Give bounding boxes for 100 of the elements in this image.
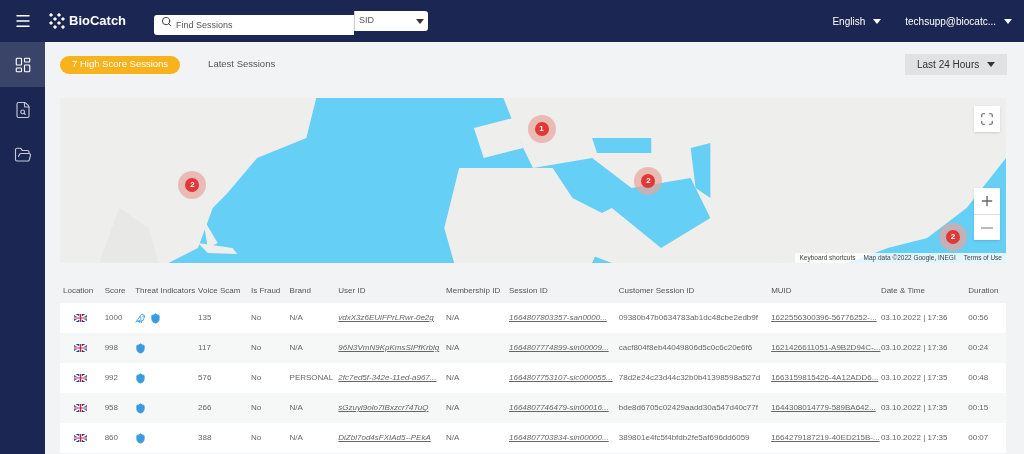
table-cell: 00:48 xyxy=(968,373,989,382)
table-cell: N/A xyxy=(446,313,460,322)
search-icon xyxy=(161,16,173,27)
folder-icon xyxy=(13,145,32,164)
caret-icon xyxy=(987,62,995,67)
column-header: Voice Scam xyxy=(198,285,241,295)
column-header: Location xyxy=(63,285,94,295)
muid-link[interactable]: 1622556300396-56776252-... xyxy=(771,313,877,322)
table-cell: No xyxy=(250,403,262,412)
table-cell: N/A xyxy=(289,313,303,322)
column-header: Is Fraud xyxy=(250,285,281,295)
shield-icon xyxy=(150,312,162,324)
user-id-link[interactable]: 2fc7ed5f-342e-11ed-a967... xyxy=(338,373,437,382)
table-cell: 998 xyxy=(104,343,118,352)
table-cell: 78d2e24c23d44c32b0b41398598a527d xyxy=(618,373,761,382)
fullscreen-button[interactable] xyxy=(974,106,1000,132)
column-header: Threat Indicators xyxy=(135,285,196,295)
table-cell: No xyxy=(250,433,262,442)
session-id-link[interactable]: 1664807774899-sin00009... xyxy=(509,343,609,352)
shield-icon xyxy=(135,432,147,444)
user-id-link[interactable]: vdxX3z6EUiFPrLRwr-0e2g xyxy=(338,313,434,322)
column-header: Duration xyxy=(968,285,999,295)
column-header: Score xyxy=(104,285,126,295)
user-menu[interactable]: techsupp@biocatc... xyxy=(905,13,1012,29)
session-id-link[interactable]: 1664807746479-sin00016... xyxy=(509,403,609,412)
caret-icon xyxy=(1004,18,1012,24)
table-cell: N/A xyxy=(289,343,303,352)
table-cell: N/A xyxy=(446,433,460,442)
column-header: Session ID xyxy=(509,285,548,295)
caret-icon xyxy=(873,18,882,24)
muid-link[interactable]: 1621426611051-A9B2D94C-... xyxy=(771,343,881,352)
tab[interactable]: Latest Sessions xyxy=(196,55,288,74)
table-cell: 03.10.2022 | 17:36 xyxy=(880,313,948,322)
document-search-icon xyxy=(13,100,32,119)
flag-icon xyxy=(74,344,88,352)
flag-icon xyxy=(74,314,88,322)
table-cell: No xyxy=(250,373,262,382)
session-id-link[interactable]: 1664807703834-sin00000... xyxy=(509,433,609,442)
muid-link[interactable]: 1663159815426-4A12ADD6... xyxy=(771,373,879,382)
table-cell: 992 xyxy=(104,373,118,382)
table-cell: 03.10.2022 | 17:35 xyxy=(880,373,948,382)
flag-icon xyxy=(74,404,88,412)
table-cell: 00:07 xyxy=(968,433,989,442)
time-range-dropdown[interactable]: Last 24 Hours xyxy=(905,54,1007,75)
user-id-link[interactable]: 96N3VmN9KpKmsSIPfKrblg xyxy=(338,343,440,352)
table-cell: N/A xyxy=(446,373,460,382)
flag-icon xyxy=(74,374,88,382)
table-cell: 117 xyxy=(198,343,211,352)
minus-icon xyxy=(981,226,993,229)
table-cell: N/A xyxy=(289,433,303,442)
caret-icon xyxy=(416,18,425,24)
column-header: Brand xyxy=(289,285,311,295)
table-cell: bde8d6705c02429aadd30a547d40c77f xyxy=(618,403,758,412)
column-header: Membership ID xyxy=(446,285,501,295)
language-dropdown[interactable]: English xyxy=(832,13,882,29)
column-header: Date & Time xyxy=(880,285,925,295)
table-cell: N/A xyxy=(289,403,303,412)
table-cell: 860 xyxy=(104,433,118,442)
plus-icon xyxy=(979,193,995,209)
column-header: User ID xyxy=(338,285,366,295)
muid-link[interactable]: 1644308014779-589BA642... xyxy=(771,403,876,412)
table-cell: PERSONAL xyxy=(289,373,334,382)
table-cell: 388 xyxy=(198,433,212,442)
fullscreen-icon xyxy=(980,112,994,126)
table-cell: 135 xyxy=(198,313,212,322)
table-cell: N/A xyxy=(446,343,460,352)
bird-icon xyxy=(135,312,147,324)
table-cell: N/A xyxy=(446,403,460,412)
table-cell: 03.10.2022 | 17:36 xyxy=(880,343,948,352)
muid-link[interactable]: 1664279187219-40ED215B-... xyxy=(771,433,880,442)
shield-icon xyxy=(135,402,147,414)
table-cell: 389801e4fc5f4bfdb2fe5af696dd6059 xyxy=(618,433,750,442)
menu-icon[interactable] xyxy=(13,12,32,30)
shield-icon xyxy=(135,372,147,384)
session-id-link[interactable]: 1664807803357-san0000... xyxy=(509,313,607,322)
table-cell: 958 xyxy=(104,403,118,412)
table-cell: 1000 xyxy=(104,313,123,322)
dashboard-icon xyxy=(13,55,32,74)
user-id-link[interactable]: sGzuyi9olo7IBxzcr74TuQ xyxy=(338,403,429,412)
shield-icon xyxy=(135,342,147,354)
sidebar-item[interactable] xyxy=(0,42,45,87)
table-cell: 09380b47b0634783ab1dc48cbe2edb9f xyxy=(618,313,758,322)
table-cell: 00:56 xyxy=(968,313,989,322)
column-header: MUID xyxy=(771,285,792,295)
table-cell: No xyxy=(250,313,262,322)
logo-icon xyxy=(49,13,65,29)
column-header: Customer Session ID xyxy=(618,285,695,295)
search-type-dropdown[interactable]: SID xyxy=(354,11,429,31)
brand-name: BioCatch xyxy=(69,12,127,31)
table-cell: 00:15 xyxy=(968,403,989,412)
table-cell: 03.10.2022 | 17:35 xyxy=(880,433,948,442)
table-cell: cacf804f8eb44049806d5c0c6c20e6f6 xyxy=(618,343,753,352)
table-cell: No xyxy=(250,343,262,352)
table-cell: 266 xyxy=(198,403,212,412)
table-cell: 00:24 xyxy=(968,343,989,352)
session-id-link[interactable]: 1664807753107-sic000055... xyxy=(509,373,613,382)
user-id-link[interactable]: DiZbl7od4sFXIAd5--PEkA xyxy=(338,433,431,442)
table-cell: 03.10.2022 | 17:35 xyxy=(880,403,948,412)
search-field[interactable]: Find Sessions xyxy=(154,15,355,35)
table-cell: 576 xyxy=(198,373,212,382)
